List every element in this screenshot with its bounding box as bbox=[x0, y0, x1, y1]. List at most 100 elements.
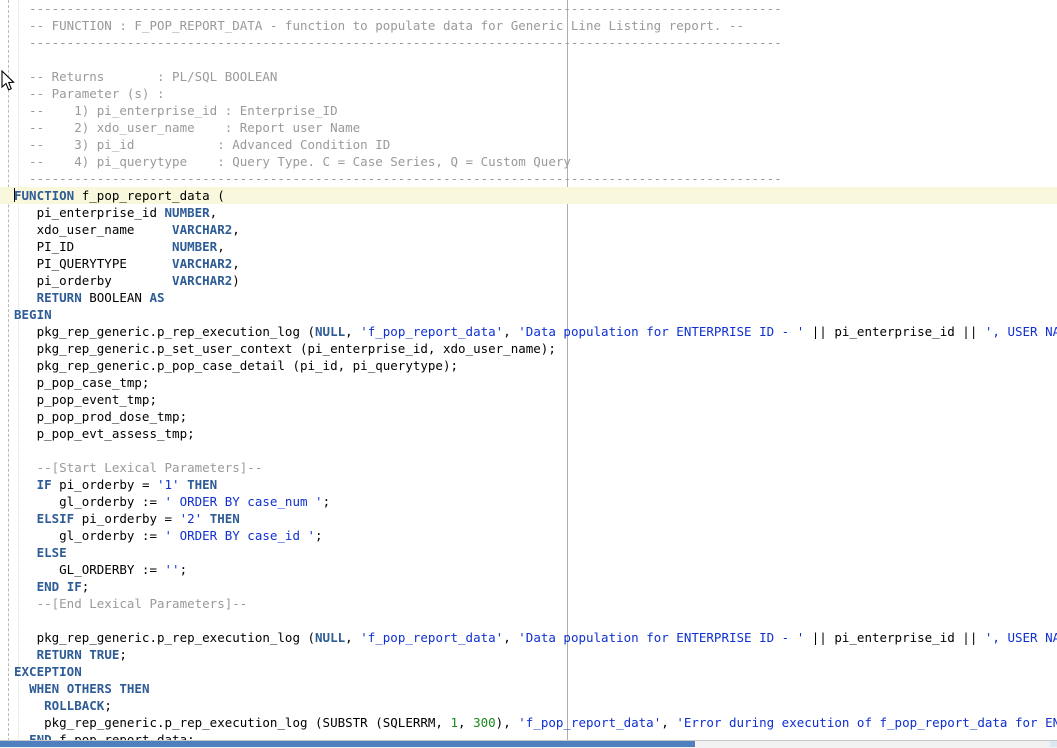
code-line[interactable]: -- 4) pi_querytype : Query Type. C = Cas… bbox=[0, 153, 1057, 170]
code-token-kw: VARCHAR2 bbox=[172, 273, 233, 288]
code-line[interactable]: p_pop_evt_assess_tmp; bbox=[0, 425, 1057, 442]
code-line[interactable]: pkg_rep_generic.p_rep_execution_log (SUB… bbox=[0, 714, 1057, 731]
code-line[interactable] bbox=[0, 51, 1057, 68]
code-line[interactable]: p_pop_case_tmp; bbox=[0, 374, 1057, 391]
code-line[interactable] bbox=[0, 442, 1057, 459]
code-token-pl: PI_QUERYTYPE bbox=[14, 256, 173, 271]
code-line[interactable]: pkg_rep_generic.p_set_user_context (pi_e… bbox=[0, 340, 1057, 357]
code-token-pl: , bbox=[232, 222, 240, 237]
code-token-kw: RETURN bbox=[36, 290, 82, 305]
code-line[interactable]: -- Parameter (s) : bbox=[0, 85, 1057, 102]
code-token-str: ' ORDER BY case_num ' bbox=[164, 494, 323, 509]
code-line[interactable]: RETURN BOOLEAN AS bbox=[0, 289, 1057, 306]
code-line[interactable]: -- 1) pi_enterprise_id : Enterprise_ID bbox=[0, 102, 1057, 119]
code-token-pl: , bbox=[503, 630, 519, 645]
code-line[interactable]: p_pop_event_tmp; bbox=[0, 391, 1057, 408]
code-line[interactable]: BEGIN bbox=[0, 306, 1057, 323]
code-token-kw: FUNCTION bbox=[14, 188, 75, 203]
code-token-pl: ), bbox=[495, 715, 519, 730]
code-token-pl: pkg_rep_generic.p_set_user_context (pi_e… bbox=[14, 341, 556, 356]
code-token-pl: BOOLEAN bbox=[81, 290, 150, 305]
code-line[interactable]: ELSIF pi_orderby = '2' THEN bbox=[0, 510, 1057, 527]
code-token-pl: pi_enterprise_id bbox=[14, 205, 165, 220]
code-token-kw: TRUE bbox=[89, 647, 120, 662]
code-line[interactable]: ----------------------------------------… bbox=[0, 170, 1057, 187]
code-line[interactable]: RETURN TRUE; bbox=[0, 646, 1057, 663]
code-line[interactable]: FUNCTION f_pop_report_data ( bbox=[0, 187, 1057, 204]
code-token-pl: xdo_user_name bbox=[14, 222, 173, 237]
code-token-num: 300 bbox=[473, 715, 496, 730]
code-token-kw: ELSIF bbox=[36, 511, 75, 526]
code-token-cmt: -- FUNCTION : F_POP_REPORT_DATA - functi… bbox=[14, 18, 744, 33]
code-text-area[interactable]: ----------------------------------------… bbox=[0, 0, 1057, 747]
code-token-pl: , bbox=[503, 324, 519, 339]
code-token-pl: , bbox=[217, 239, 225, 254]
code-token-kw: IF bbox=[36, 477, 52, 492]
code-token-kw: NUMBER bbox=[172, 239, 218, 254]
code-token-pl: pi_orderby = bbox=[51, 477, 157, 492]
horizontal-scrollbar-thumb[interactable] bbox=[0, 741, 695, 747]
code-line[interactable]: -- 2) xdo_user_name : Report user Name bbox=[0, 119, 1057, 136]
code-token-pl: pkg_rep_generic.p_rep_execution_log ( bbox=[14, 630, 316, 645]
code-token-pl: gl_orderby := bbox=[14, 528, 165, 543]
code-token-pl: ; bbox=[119, 647, 127, 662]
code-token-str: '2' bbox=[179, 511, 203, 526]
code-token-kw: VARCHAR2 bbox=[172, 256, 233, 271]
code-line[interactable]: pkg_rep_generic.p_rep_execution_log (NUL… bbox=[0, 629, 1057, 646]
code-editor[interactable]: ----------------------------------------… bbox=[0, 0, 1057, 748]
code-line[interactable]: --[End Lexical Parameters]-- bbox=[0, 595, 1057, 612]
code-token-cmt: -- 1) pi_enterprise_id : Enterprise_ID bbox=[14, 103, 338, 118]
code-token-cmt: ----------------------------------------… bbox=[14, 1, 782, 16]
code-line[interactable]: ROLLBACK; bbox=[0, 697, 1057, 714]
code-line[interactable]: ----------------------------------------… bbox=[0, 34, 1057, 51]
code-token-str: 'f_pop_report_data' bbox=[360, 324, 504, 339]
code-line[interactable]: EXCEPTION bbox=[0, 663, 1057, 680]
code-line[interactable]: xdo_user_name VARCHAR2, bbox=[0, 221, 1057, 238]
code-line[interactable]: pi_orderby VARCHAR2) bbox=[0, 272, 1057, 289]
code-token-str: ', USER NAME - ' bbox=[984, 324, 1057, 339]
code-line[interactable]: pkg_rep_generic.p_rep_execution_log (NUL… bbox=[0, 323, 1057, 340]
code-line[interactable]: IF pi_orderby = '1' THEN bbox=[0, 476, 1057, 493]
code-line[interactable]: GL_ORDERBY := ''; bbox=[0, 561, 1057, 578]
code-token-kw: NULL bbox=[315, 324, 346, 339]
code-line[interactable]: ELSE bbox=[0, 544, 1057, 561]
code-line[interactable] bbox=[0, 612, 1057, 629]
code-line[interactable]: PI_ID NUMBER, bbox=[0, 238, 1057, 255]
horizontal-scrollbar[interactable] bbox=[0, 740, 1057, 748]
code-line[interactable]: -- Returns : PL/SQL BOOLEAN bbox=[0, 68, 1057, 85]
code-token-pl: , bbox=[345, 630, 361, 645]
code-token-kw: AS bbox=[149, 290, 165, 305]
code-line[interactable]: pkg_rep_generic.p_pop_case_detail (pi_id… bbox=[0, 357, 1057, 374]
code-token-pl: ; bbox=[315, 528, 323, 543]
code-token-pl: p_pop_event_tmp; bbox=[14, 392, 157, 407]
code-token-pl: , bbox=[232, 256, 240, 271]
code-token-pl: || pi_enterprise_id || bbox=[804, 324, 985, 339]
code-line[interactable]: ----------------------------------------… bbox=[0, 0, 1057, 17]
code-token-kw: NUMBER bbox=[164, 205, 210, 220]
code-token-pl: pi_orderby = bbox=[74, 511, 180, 526]
code-token-pl: GL_ORDERBY := bbox=[14, 562, 165, 577]
code-line[interactable]: gl_orderby := ' ORDER BY case_num '; bbox=[0, 493, 1057, 510]
code-line[interactable]: p_pop_prod_dose_tmp; bbox=[0, 408, 1057, 425]
code-line[interactable]: -- 3) pi_id : Advanced Condition ID bbox=[0, 136, 1057, 153]
code-line[interactable]: PI_QUERYTYPE VARCHAR2, bbox=[0, 255, 1057, 272]
code-line[interactable]: WHEN OTHERS THEN bbox=[0, 680, 1057, 697]
code-token-cmt: -- 3) pi_id : Advanced Condition ID bbox=[14, 137, 391, 152]
code-token-kw: WHEN OTHERS THEN bbox=[29, 681, 150, 696]
code-line[interactable]: END IF; bbox=[0, 578, 1057, 595]
code-line[interactable]: -- FUNCTION : F_POP_REPORT_DATA - functi… bbox=[0, 17, 1057, 34]
code-token-pl: pkg_rep_generic.p_pop_case_detail (pi_id… bbox=[14, 358, 459, 373]
code-token-pl: ; bbox=[179, 562, 188, 577]
code-token-pl: gl_orderby := bbox=[14, 494, 165, 509]
code-token-pl: ) bbox=[232, 273, 240, 288]
code-line[interactable]: gl_orderby := ' ORDER BY case_id '; bbox=[0, 527, 1057, 544]
code-line[interactable]: --[Start Lexical Parameters]-- bbox=[0, 459, 1057, 476]
code-line[interactable]: pi_enterprise_id NUMBER, bbox=[0, 204, 1057, 221]
